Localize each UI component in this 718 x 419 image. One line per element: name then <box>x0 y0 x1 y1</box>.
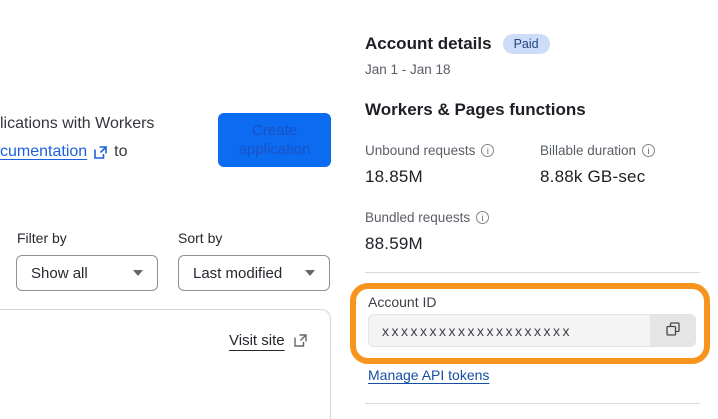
manage-api-tokens-link[interactable]: Manage API tokens <box>368 367 489 383</box>
stat-unbound-requests: Unbound requests i 18.85M <box>365 143 535 187</box>
functions-section-title: Workers & Pages functions <box>365 100 586 119</box>
filter-by-label: Filter by <box>17 230 67 246</box>
stat-label-text: Billable duration <box>540 143 637 158</box>
filter-dropdown[interactable]: Show all <box>16 255 158 291</box>
info-icon[interactable]: i <box>642 144 656 157</box>
create-application-button[interactable]: Create application <box>218 113 331 167</box>
divider <box>365 403 700 404</box>
documentation-link[interactable]: cumentation <box>0 143 87 161</box>
account-id-field-group <box>368 314 696 347</box>
intro-text-after-link: to <box>114 143 128 160</box>
visit-site-label: Visit site <box>229 332 285 349</box>
stat-label: Bundled requests i <box>365 210 535 225</box>
intro-text-line2: cumentation to <box>0 143 128 161</box>
plan-badge: Paid <box>502 34 550 54</box>
info-icon[interactable]: i <box>481 144 495 157</box>
workers-pages-dashboard: lications with Workers cumentation to Cr… <box>0 0 718 419</box>
stat-label: Unbound requests i <box>365 143 535 158</box>
stat-value: 18.85M <box>365 167 423 186</box>
project-card <box>0 309 331 419</box>
external-link-icon <box>293 333 308 348</box>
external-link-icon <box>93 145 108 160</box>
stat-bundled-requests: Bundled requests i 88.59M <box>365 210 535 254</box>
filter-dropdown-value: Show all <box>31 264 88 282</box>
sort-dropdown[interactable]: Last modified <box>178 255 330 291</box>
sort-by-label: Sort by <box>178 230 223 246</box>
account-details-title: Account details <box>365 34 492 53</box>
billing-date-range: Jan 1 - Jan 18 <box>365 62 451 77</box>
info-icon[interactable]: i <box>476 211 490 224</box>
stat-value: 8.88k GB-sec <box>540 167 646 186</box>
chevron-down-icon <box>305 270 315 276</box>
divider <box>365 272 700 273</box>
stat-label: Billable duration i <box>540 143 710 158</box>
stat-value: 88.59M <box>365 234 423 253</box>
intro-text-line1: lications with Workers <box>0 115 155 132</box>
copy-account-id-button[interactable] <box>650 315 695 346</box>
stat-label-text: Unbound requests <box>365 143 476 158</box>
stat-billable-duration: Billable duration i 8.88k GB-sec <box>540 143 710 187</box>
sort-dropdown-value: Last modified <box>193 264 283 282</box>
chevron-down-icon <box>133 270 143 276</box>
copy-icon <box>665 321 681 340</box>
stat-label-text: Bundled requests <box>365 210 471 225</box>
account-id-input[interactable] <box>368 314 696 347</box>
account-id-label: Account ID <box>368 294 437 310</box>
visit-site-link[interactable]: Visit site <box>229 332 308 349</box>
account-details-header: Account details Paid <box>365 34 550 54</box>
